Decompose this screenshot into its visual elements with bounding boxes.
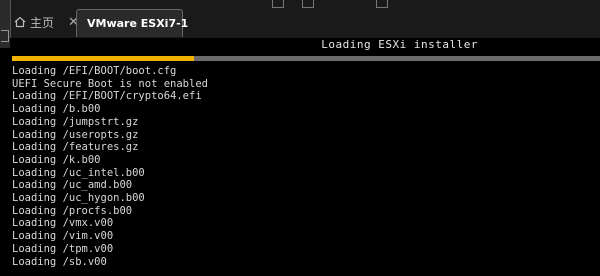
home-icon xyxy=(14,16,26,28)
log-line: Loading /procfs.b00 xyxy=(12,204,133,217)
log-line: Loading /features.gz xyxy=(12,141,139,154)
log-line: Loading /uc_intel.b00 xyxy=(12,166,145,179)
progress-bar xyxy=(12,56,600,61)
toolbar-button[interactable] xyxy=(376,0,388,8)
log-line: Loading /k.b00 xyxy=(12,153,101,166)
log-line: Loading /sb.v00 xyxy=(12,255,107,268)
toolbar-button[interactable] xyxy=(272,0,284,8)
log-line: Loading /useropts.gz xyxy=(12,128,139,141)
log-line: Loading /jumpstrt.gz xyxy=(12,115,139,128)
tab-vmware-esxi[interactable]: VMware ESXi7-1 xyxy=(76,9,188,37)
vm-console[interactable]: Loading ESXi installer Loading /EFI/BOOT… xyxy=(10,38,600,276)
tab-home-label: 主页 xyxy=(30,15,55,30)
tab-vm-label: VMware ESXi7-1 xyxy=(87,17,189,30)
log-line: Loading /tpm.v00 xyxy=(12,242,114,255)
boot-log: Loading /EFI/BOOT/boot.cfg UEFI Secure Bo… xyxy=(12,65,208,268)
log-line: Loading /EFI/BOOT/crypto64.efi xyxy=(12,90,202,103)
log-line: UEFI Secure Boot is not enabled xyxy=(12,77,208,90)
tab-home[interactable]: 主页 ✕ xyxy=(14,11,79,33)
tab-strip: 主页 ✕ VMware ESXi7-1 xyxy=(0,0,600,48)
log-line: Loading /uc_hygon.b00 xyxy=(12,192,145,205)
log-line: Loading /uc_amd.b00 xyxy=(12,179,133,192)
progress-fill xyxy=(12,56,195,61)
log-line: Loading /vmx.v00 xyxy=(12,217,114,230)
toolbar-button[interactable] xyxy=(302,0,314,8)
log-line: Loading /b.b00 xyxy=(12,103,101,116)
sidebar-handle-icon[interactable] xyxy=(1,30,9,42)
log-line: Loading /EFI/BOOT/boot.cfg xyxy=(12,65,177,77)
installer-title: Loading ESXi installer xyxy=(321,38,478,51)
log-line: Loading /vim.v00 xyxy=(12,230,114,243)
